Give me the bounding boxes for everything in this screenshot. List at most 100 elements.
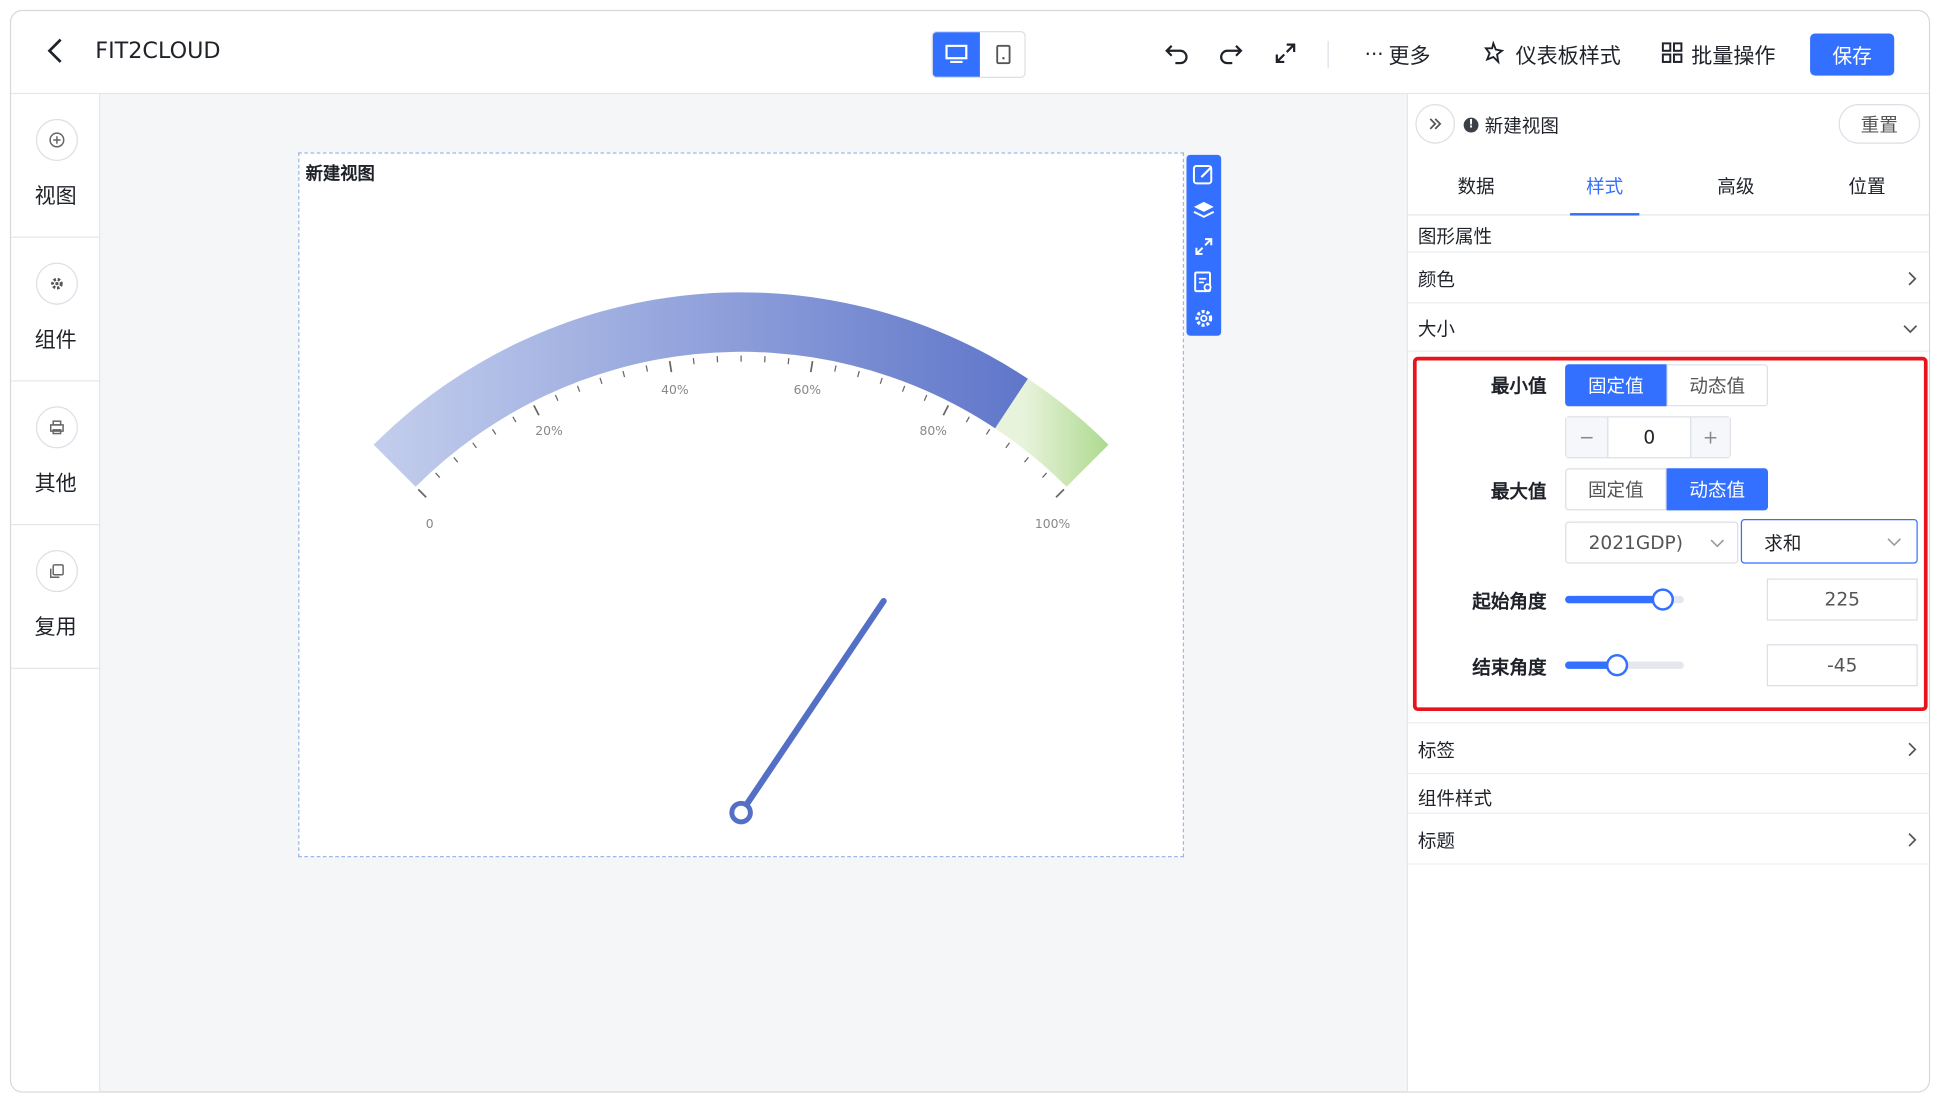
gauge-tick bbox=[491, 428, 497, 435]
layers-icon[interactable] bbox=[1187, 193, 1222, 228]
start-angle-slider[interactable] bbox=[1565, 588, 1684, 611]
back-arrow-icon[interactable] bbox=[38, 33, 73, 68]
start-angle-slider-fill bbox=[1565, 595, 1663, 604]
gauge-tick bbox=[834, 365, 837, 372]
min-fixed-toggle[interactable]: 固定值 bbox=[1565, 364, 1667, 407]
more-label: 更多 bbox=[1388, 43, 1431, 69]
mobile-view-button[interactable] bbox=[980, 32, 1027, 77]
gauge-tick bbox=[668, 361, 673, 373]
min-value-input[interactable]: 0 bbox=[1608, 417, 1690, 457]
max-field-value: 2021GDP) bbox=[1588, 531, 1683, 554]
gauge-tick bbox=[692, 357, 695, 365]
collapse-panel-button[interactable] bbox=[1415, 104, 1455, 144]
gauge-tick bbox=[622, 370, 626, 378]
redo-icon[interactable] bbox=[1216, 38, 1246, 68]
plus-circle-icon bbox=[35, 118, 78, 162]
max-dynamic-toggle[interactable]: 动态值 bbox=[1666, 468, 1769, 511]
gauge-tick bbox=[787, 357, 790, 365]
size-section-label: 大小 bbox=[1417, 318, 1456, 341]
save-button[interactable]: 保存 bbox=[1810, 33, 1895, 76]
gauge-pointer bbox=[738, 597, 887, 816]
sidebar-item-other[interactable]: 其他 bbox=[11, 382, 101, 526]
double-chevron-right-icon bbox=[1429, 118, 1442, 130]
gauge-tick bbox=[923, 394, 928, 401]
label-section[interactable]: 标签 bbox=[1407, 722, 1929, 775]
start-angle-input[interactable]: 225 bbox=[1766, 578, 1918, 621]
end-angle-slider[interactable] bbox=[1565, 654, 1684, 677]
sidebar-item-view[interactable]: 视图 bbox=[11, 94, 101, 238]
component-sidebar: 视图 组件 其他 复用 bbox=[11, 94, 101, 1092]
min-value-stepper[interactable]: − 0 + bbox=[1565, 416, 1731, 459]
min-value-label: 最小值 bbox=[1490, 375, 1547, 398]
color-section[interactable]: 颜色 bbox=[1407, 251, 1929, 304]
gauge-tick bbox=[1005, 442, 1010, 449]
chevron-right-icon bbox=[1908, 271, 1917, 286]
gauge-tick bbox=[512, 416, 517, 423]
magic-wand-icon bbox=[1484, 40, 1505, 65]
gear-icon bbox=[35, 262, 78, 305]
toolbar-divider bbox=[1327, 40, 1329, 69]
gauge-tick-label: 80% bbox=[919, 424, 947, 438]
detail-icon[interactable] bbox=[1187, 265, 1222, 300]
gauge-tick-label: 40% bbox=[661, 383, 689, 397]
tab-advanced[interactable]: 高级 bbox=[1693, 173, 1780, 215]
gauge-tick-label: 20% bbox=[535, 424, 563, 438]
gauge-tick bbox=[645, 365, 649, 372]
end-angle-label: 结束角度 bbox=[1472, 656, 1547, 679]
mobile-icon bbox=[996, 44, 1011, 65]
component-style-heading: 组件样式 bbox=[1417, 787, 1493, 811]
title-section[interactable]: 标题 bbox=[1407, 812, 1929, 865]
tab-position[interactable]: 位置 bbox=[1824, 173, 1911, 215]
gauge-tick bbox=[985, 428, 991, 435]
sidebar-item-label: 其他 bbox=[34, 471, 77, 497]
sidebar-item-label: 组件 bbox=[34, 328, 77, 354]
decrement-button[interactable]: − bbox=[1566, 417, 1609, 458]
title-section-label: 标题 bbox=[1417, 829, 1456, 853]
settings-icon[interactable] bbox=[1187, 301, 1222, 336]
active-tab-underline bbox=[1570, 213, 1640, 216]
gauge-tick bbox=[417, 488, 427, 498]
edit-icon[interactable] bbox=[1187, 157, 1222, 192]
aggregation-select[interactable]: 求和 bbox=[1740, 519, 1918, 564]
monitor-icon bbox=[945, 44, 968, 64]
gauge-tick bbox=[599, 377, 603, 384]
size-section[interactable]: 大小 bbox=[1407, 304, 1929, 352]
label-section-label: 标签 bbox=[1417, 739, 1456, 762]
increment-button[interactable]: + bbox=[1690, 417, 1730, 458]
sidebar-item-component[interactable]: 组件 bbox=[11, 238, 101, 382]
graph-properties-heading: 图形属性 bbox=[1417, 225, 1493, 248]
dashboard-style-button[interactable]: 仪表板样式 bbox=[1483, 38, 1621, 69]
batch-operation-label: 批量操作 bbox=[1691, 43, 1776, 69]
start-angle-label: 起始角度 bbox=[1472, 590, 1547, 614]
batch-operation-button[interactable]: 批量操作 bbox=[1661, 38, 1776, 69]
fullscreen-icon[interactable] bbox=[1271, 38, 1301, 68]
start-angle-slider-handle[interactable] bbox=[1651, 588, 1674, 611]
gauge-chart: 0 20% 40% 60% 80% 100% bbox=[373, 292, 1109, 825]
min-dynamic-toggle[interactable]: 动态值 bbox=[1666, 364, 1769, 407]
undo-icon[interactable] bbox=[1162, 38, 1192, 68]
ellipsis-icon: ··· bbox=[1364, 41, 1384, 66]
desktop-view-button[interactable] bbox=[932, 32, 980, 77]
sidebar-item-reuse[interactable]: 复用 bbox=[11, 525, 101, 669]
gauge-tick bbox=[965, 416, 970, 423]
more-menu[interactable]: ··· 更多 bbox=[1365, 38, 1431, 68]
max-field-select[interactable]: 2021GDP) bbox=[1565, 521, 1739, 564]
chevron-down-icon bbox=[1710, 539, 1725, 548]
gauge-tick bbox=[472, 442, 477, 449]
view-floating-toolbar bbox=[1186, 154, 1222, 336]
end-angle-input[interactable]: -45 bbox=[1766, 644, 1918, 687]
tab-style[interactable]: 样式 bbox=[1570, 173, 1639, 215]
chart-view-card[interactable]: 新建视图 0 20% 40% 60% 80% 100% bbox=[298, 152, 1185, 858]
gauge-tick bbox=[576, 385, 581, 392]
reset-button[interactable]: 重置 bbox=[1838, 104, 1921, 144]
chevron-right-icon bbox=[1908, 742, 1917, 757]
gauge-tick bbox=[1041, 472, 1048, 478]
gauge-tick bbox=[879, 377, 883, 384]
copy-icon bbox=[35, 550, 78, 593]
tab-data[interactable]: 数据 bbox=[1433, 173, 1520, 215]
max-fixed-toggle[interactable]: 固定值 bbox=[1565, 468, 1667, 511]
expand-icon[interactable] bbox=[1187, 229, 1222, 264]
printer-icon bbox=[35, 406, 78, 449]
property-panel: ! 新建视图 重置 数据 样式 高级 位置 图形属性 颜色 大小 最小值 固定值… bbox=[1406, 94, 1929, 1092]
app-title: FIT2CLOUD bbox=[95, 38, 221, 65]
